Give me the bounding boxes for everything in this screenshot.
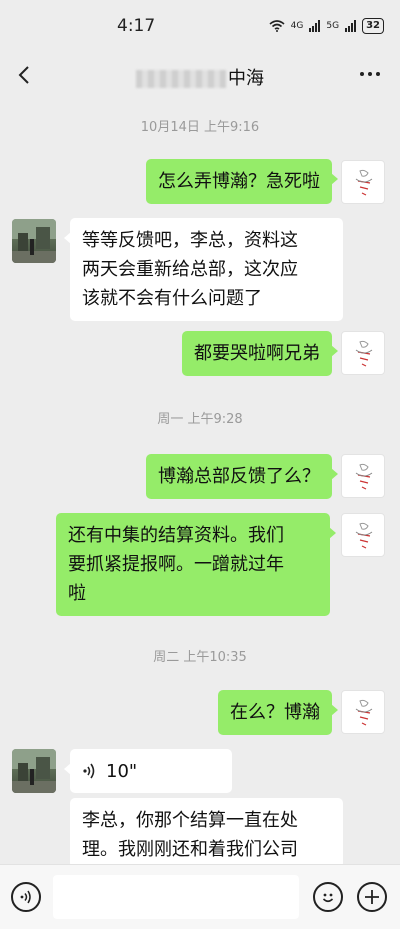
status-icons: 4G 5G 32 (269, 18, 384, 34)
avatar-photo-icon (12, 749, 56, 793)
message-line: 李总，你那个结算一直在处 (82, 810, 298, 831)
avatar-photo-icon (12, 219, 56, 263)
voice-message-bubble[interactable]: 10" (64, 749, 232, 793)
chat-title-text: 中海 (228, 68, 264, 89)
self-avatar[interactable] (341, 160, 385, 204)
message-line: 两天会重新给总部，这次应 (82, 259, 298, 280)
voice-duration: 10" (106, 760, 138, 782)
message-line: 理。我刚刚还和着我们公司 (82, 839, 298, 860)
avatar-sketch-icon (355, 699, 373, 726)
network-4g-label: 4G (290, 21, 304, 31)
self-message-bubble[interactable]: 博瀚总部反馈了么？ (146, 454, 338, 499)
self-message-bubble[interactable]: 怎么弄博瀚？急死啦 (146, 159, 338, 204)
status-time: 4:17 (117, 16, 156, 36)
message-text: 博瀚总部反馈了么？ (158, 466, 320, 487)
contact-message-bubble[interactable]: 等等反馈吧，李总，资料这 两天会重新给总部，这次应 该就不会有什么问题了 (64, 218, 343, 321)
self-avatar[interactable] (341, 690, 385, 734)
message-text: 都要哭啦啊兄弟 (194, 343, 320, 364)
avatar-sketch-icon (355, 463, 373, 490)
message-input[interactable] (53, 875, 299, 919)
avatar-sketch-icon (355, 169, 373, 196)
network-5g-label: 5G (326, 21, 340, 31)
contact-avatar[interactable] (12, 749, 56, 793)
battery-indicator: 32 (362, 18, 384, 34)
message-text: 怎么弄博瀚？急死啦 (158, 171, 320, 192)
more-dots-icon[interactable] (360, 72, 380, 76)
self-message-bubble[interactable]: 都要哭啦啊兄弟 (182, 331, 338, 376)
message-timestamp: 周二 上午10:35 (153, 650, 247, 665)
message-line: 该就不会有什么问题了 (82, 288, 262, 309)
signal-icon (309, 20, 321, 32)
message-line: 啦 (68, 583, 86, 604)
contact-avatar[interactable] (12, 219, 56, 263)
input-bar (0, 864, 400, 929)
message-line: 等等反馈吧，李总，资料这 (82, 230, 298, 251)
avatar-sketch-icon (355, 340, 373, 367)
signal-icon-2 (345, 20, 357, 32)
message-timestamp: 10月14日 上午9:16 (140, 120, 260, 135)
self-avatar[interactable] (341, 454, 385, 498)
self-message-bubble[interactable]: 还有中集的结算资料。我们 要抓紧提报啊。一蹭就过年 啦 (56, 513, 336, 616)
status-bar: 4:17 4G 5G 32 (0, 0, 400, 50)
wifi-icon (269, 20, 285, 32)
title-redaction (136, 70, 226, 88)
chat-title: 中海 (0, 64, 400, 90)
plus-icon[interactable] (357, 882, 387, 912)
self-message-bubble[interactable]: 在么？博瀚 (218, 690, 338, 735)
voice-wave-icon (83, 763, 95, 779)
self-avatar[interactable] (341, 513, 385, 557)
avatar-sketch-icon (355, 522, 373, 549)
chat-header: 中海 (0, 50, 400, 100)
contact-message-bubble[interactable]: 李总，你那个结算一直在处 理。我刚刚还和着我们公司 (70, 798, 343, 868)
message-text: 在么？博瀚 (230, 702, 320, 723)
self-avatar[interactable] (341, 331, 385, 375)
voice-mode-icon[interactable] (11, 882, 41, 912)
message-line: 要抓紧提报啊。一蹭就过年 (68, 554, 284, 575)
emoji-icon[interactable] (313, 882, 343, 912)
message-timestamp: 周一 上午9:28 (157, 412, 243, 427)
message-line: 还有中集的结算资料。我们 (68, 525, 284, 546)
